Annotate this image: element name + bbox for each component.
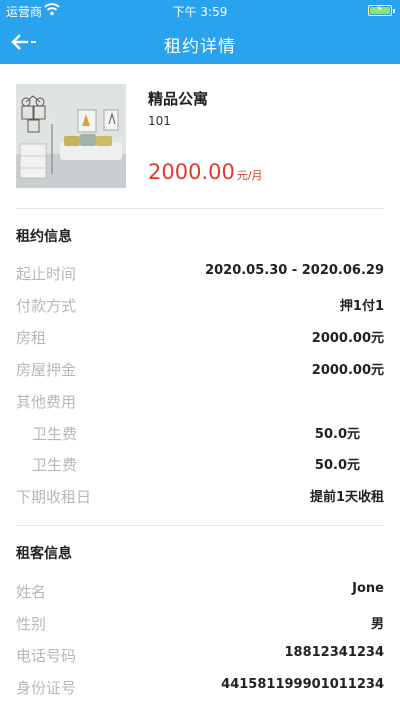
price-unit: 元/月 bbox=[236, 169, 263, 182]
tenant-row-id-number: 身份证号 441581199901011234 bbox=[0, 677, 400, 701]
lease-row-payment: 付款方式 押1付1 bbox=[0, 295, 400, 319]
property-thumbnail bbox=[16, 84, 126, 188]
tenant-row-phone: 电话号码 18812341234 bbox=[0, 645, 400, 669]
page-title: 租约详情 bbox=[164, 37, 236, 57]
lease-row-period: 起止时间 2020.05.30 - 2020.06.29 bbox=[0, 263, 400, 287]
tenant-row-name: 姓名 Jone bbox=[0, 581, 400, 605]
rent-price: 2000.00 元/月 bbox=[148, 160, 263, 184]
row-label: 其他费用 bbox=[16, 393, 77, 411]
room-number: 101 bbox=[148, 114, 171, 128]
lease-row-sanitation-fee: 卫生费 50.0元 bbox=[0, 454, 400, 478]
battery-icon: ⚡ bbox=[368, 4, 395, 16]
row-label: 电话号码 bbox=[16, 647, 77, 665]
divider bbox=[16, 525, 384, 526]
lease-row-sanitation-fee: 卫生费 50.0元 bbox=[0, 423, 400, 447]
property-name: 精品公寓 bbox=[148, 90, 209, 108]
lease-section-title: 租约信息 bbox=[16, 229, 72, 245]
row-label: 下期收租日 bbox=[16, 488, 92, 506]
nav-bar: 租约详情 bbox=[0, 20, 400, 64]
row-value: Jone bbox=[352, 581, 384, 596]
row-value: 押1付1 bbox=[339, 299, 384, 314]
row-label: 姓名 bbox=[16, 583, 47, 601]
row-value: 男 bbox=[370, 617, 384, 632]
row-label: 房屋押金 bbox=[16, 361, 77, 379]
price-value: 2000.00 bbox=[148, 160, 235, 184]
row-label: 身份证号 bbox=[16, 679, 77, 697]
row-label: 起止时间 bbox=[16, 265, 77, 283]
tenant-section-title: 租客信息 bbox=[16, 546, 72, 562]
row-label: 房租 bbox=[16, 329, 47, 347]
property-card[interactable]: 精品公寓 101 2000.00 元/月 bbox=[0, 64, 400, 208]
clock: 下午 3:59 bbox=[172, 5, 228, 19]
lease-row-deposit: 房屋押金 2000.00元 bbox=[0, 359, 400, 383]
lease-row-next-rent-day: 下期收租日 提前1天收租 bbox=[0, 486, 400, 510]
row-value: 2000.00元 bbox=[311, 363, 384, 378]
row-value: 50.0元 bbox=[314, 427, 360, 442]
row-value: 441581199901011234 bbox=[221, 677, 384, 692]
status-bar: 运营商 下午 3:59 ⚡ bbox=[0, 0, 400, 20]
lease-row-other-fees: 其他费用 bbox=[0, 391, 400, 415]
divider bbox=[16, 208, 384, 209]
row-value: 50.0元 bbox=[314, 458, 360, 473]
row-label: 性别 bbox=[16, 615, 47, 633]
lease-row-rent: 房租 2000.00元 bbox=[0, 327, 400, 351]
tenant-row-gender: 性别 男 bbox=[0, 613, 400, 637]
row-value: 提前1天收租 bbox=[309, 490, 384, 505]
row-label: 付款方式 bbox=[16, 297, 77, 315]
row-label: 卫生费 bbox=[32, 456, 78, 474]
row-label: 卫生费 bbox=[32, 425, 78, 443]
row-value: 18812341234 bbox=[284, 645, 385, 660]
row-value: 2020.05.30 - 2020.06.29 bbox=[205, 263, 384, 278]
row-value: 2000.00元 bbox=[311, 331, 384, 346]
